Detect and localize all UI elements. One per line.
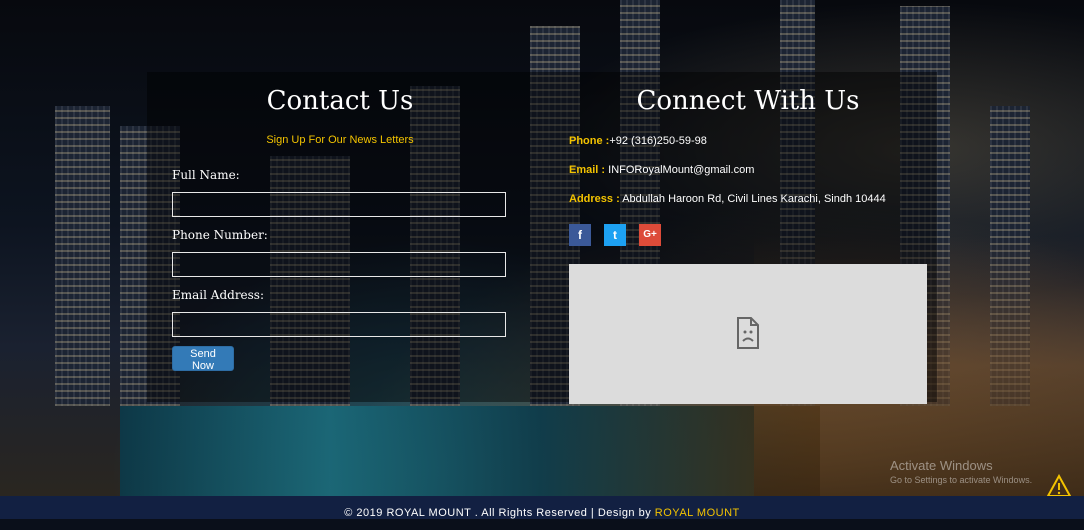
address-info: Address : Abdullah Haroon Rd, Civil Line… — [569, 193, 886, 205]
watermark-line1: Activate Windows — [890, 458, 993, 473]
footer: © 2019 ROYAL MOUNT . All Rights Reserved… — [0, 496, 1084, 519]
facebook-icon[interactable]: f — [569, 224, 591, 246]
contact-title: Contact Us — [266, 86, 414, 116]
phone-info: Phone :+92 (316)250-59-98 — [569, 135, 707, 147]
map-embed[interactable] — [569, 264, 927, 404]
email-address-label: Email Address: — [172, 288, 265, 302]
email-key: Email : — [569, 164, 606, 176]
phone-number-label: Phone Number: — [172, 228, 268, 242]
address-key: Address : — [569, 193, 620, 205]
phone-number-field[interactable] — [172, 252, 506, 277]
activate-windows-watermark: Activate Windows Go to Settings to activ… — [890, 458, 1032, 485]
twitter-icon[interactable]: t — [604, 224, 626, 246]
broken-document-icon — [737, 317, 759, 349]
send-now-button[interactable]: Send Now — [172, 346, 234, 372]
footer-copyright: © 2019 ROYAL MOUNT . All Rights Reserved… — [344, 507, 655, 519]
newsletter-subtitle: Sign Up For Our News Letters — [266, 134, 414, 146]
address-value: Abdullah Haroon Rd, Civil Lines Karachi,… — [619, 193, 886, 205]
footer-brand-link[interactable]: ROYAL MOUNT — [655, 507, 740, 519]
full-name-field[interactable] — [172, 192, 506, 217]
phone-value: +92 (316)250-59-98 — [609, 135, 707, 147]
full-name-label: Full Name: — [172, 168, 240, 182]
warning-icon[interactable] — [1046, 474, 1072, 498]
google-plus-icon[interactable]: G+ — [639, 224, 661, 246]
email-address-field[interactable] — [172, 312, 506, 337]
email-info: Email : INFORoyalMount@gmail.com — [569, 164, 754, 176]
watermark-line2: Go to Settings to activate Windows. — [890, 475, 1033, 485]
connect-title: Connect With Us — [636, 86, 860, 116]
email-value: INFORoyalMount@gmail.com — [605, 164, 755, 176]
phone-key: Phone : — [569, 135, 610, 147]
